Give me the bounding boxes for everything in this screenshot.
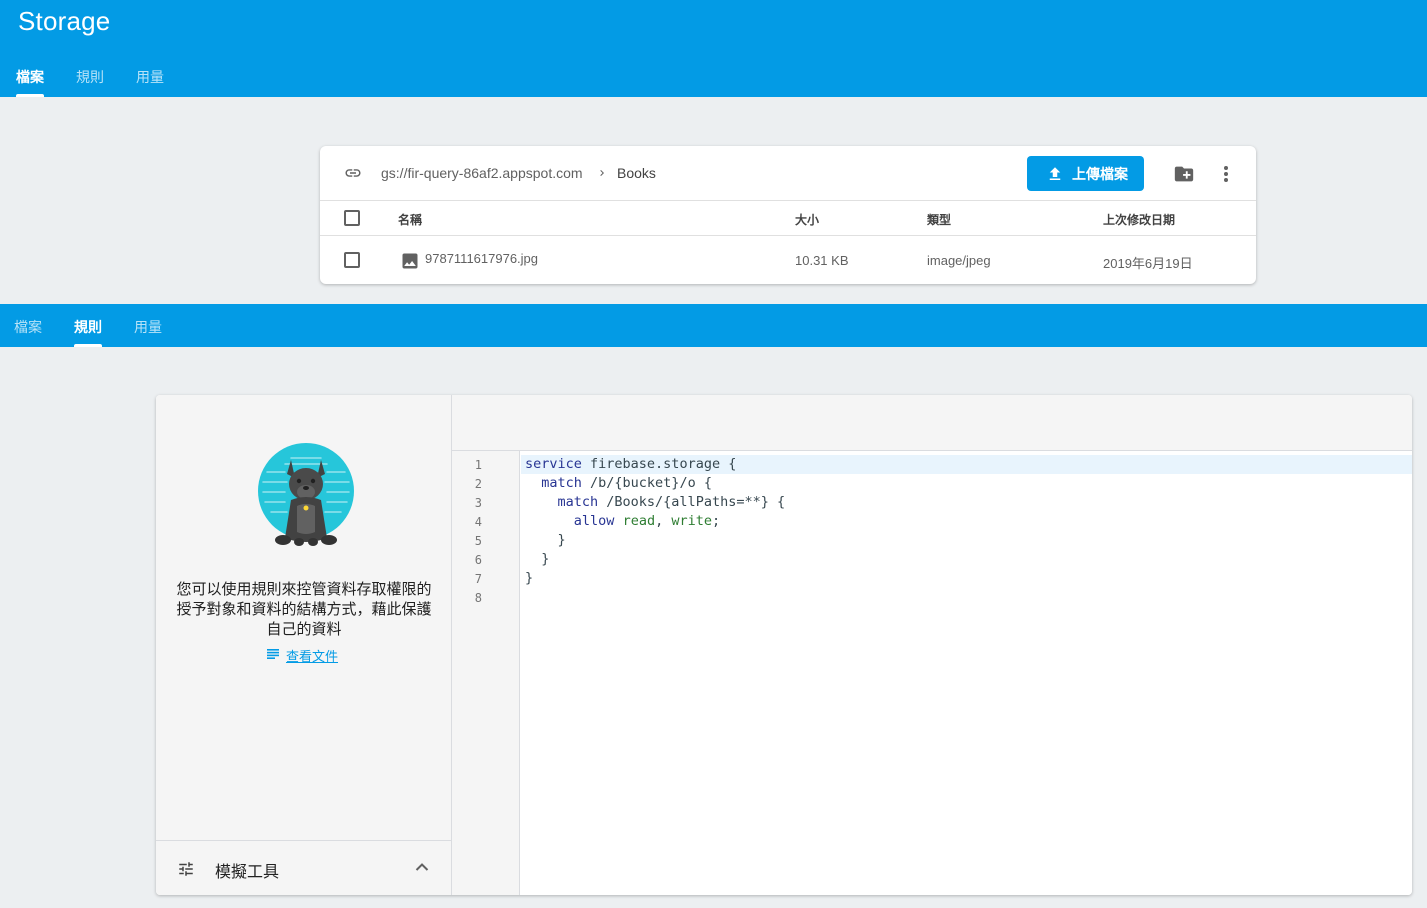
row-checkbox[interactable] [344, 252, 360, 268]
breadcrumb-bucket[interactable]: gs://fir-query-86af2.appspot.com [381, 165, 583, 181]
document-icon [267, 649, 279, 659]
storage-header: Storage 檔案 規則 用量 [0, 0, 1427, 97]
breadcrumb-folder[interactable]: Books [617, 165, 656, 181]
upload-file-button[interactable]: 上傳檔案 [1027, 156, 1144, 191]
column-type[interactable]: 類型 [927, 211, 951, 228]
storage-tabs: 檔案 規則 用量 [0, 58, 180, 97]
code-line[interactable]: match /Books/{allPaths=**} { [525, 493, 786, 512]
editor-toolbar [452, 395, 1412, 451]
rules-editor: 1 2 3 4 5 6 7 8 service firebase.storage… [452, 395, 1412, 895]
code-line[interactable]: } [525, 531, 566, 550]
column-name[interactable]: 名稱 [398, 211, 422, 228]
line-number: 5 [474, 534, 482, 548]
column-size[interactable]: 大小 [795, 211, 819, 228]
code-line[interactable]: allow read, write; [525, 512, 720, 531]
simulator-label: 模擬工具 [215, 864, 280, 881]
files-table-header: 名稱 大小 類型 上次修改日期 [320, 201, 1256, 236]
tab-files[interactable]: 檔案 [0, 58, 60, 97]
more-vert-icon[interactable] [1218, 163, 1234, 185]
file-type: image/jpeg [927, 253, 991, 268]
table-row[interactable]: 9787111617976.jpg 10.31 KB image/jpeg 20… [320, 236, 1256, 284]
file-name[interactable]: 9787111617976.jpg [425, 251, 538, 266]
line-number-gutter: 1 2 3 4 5 6 7 8 [452, 451, 520, 895]
line-number: 4 [474, 515, 482, 529]
chevron-up-icon[interactable] [415, 862, 429, 872]
code-line[interactable]: service firebase.storage { [525, 455, 736, 474]
line-number: 8 [474, 591, 482, 605]
upload-icon [1049, 166, 1061, 180]
page-title: Storage [18, 6, 111, 36]
rules-tab-bar: 檔案 規則 用量 [0, 304, 1427, 347]
chevron-right-icon [600, 170, 604, 176]
upload-file-label: 上傳檔案 [1072, 165, 1128, 182]
files-toolbar: gs://fir-query-86af2.appspot.com Books 上… [320, 146, 1256, 201]
image-file-icon [402, 253, 418, 269]
rules-intro-text: 您可以使用規則來控管資料存取權限的授予對象和資料的結構方式，藉此保護自己的資料 [176, 581, 432, 638]
link-icon[interactable] [342, 164, 364, 182]
code-line[interactable]: } [525, 550, 549, 569]
tab-usage[interactable]: 用量 [118, 304, 178, 347]
line-number: 1 [474, 458, 482, 472]
line-number: 2 [474, 477, 482, 491]
rules-info-panel: 您可以使用規則來控管資料存取權限的授予對象和資料的結構方式，藉此保護自己的資料 … [156, 395, 452, 895]
tab-rules[interactable]: 規則 [60, 58, 120, 97]
file-size: 10.31 KB [795, 253, 849, 268]
storage-tabs-secondary: 檔案 規則 用量 [0, 304, 178, 347]
tab-rules[interactable]: 規則 [58, 304, 118, 347]
file-modified: 2019年6月19日 [1103, 256, 1193, 271]
new-folder-icon[interactable] [1172, 163, 1196, 185]
view-docs-link[interactable]: 查看文件 [286, 646, 338, 665]
tune-icon [179, 862, 193, 876]
dog-mascot-illustration [258, 443, 354, 546]
select-all-checkbox[interactable] [344, 210, 360, 226]
line-number: 3 [474, 496, 482, 510]
code-line[interactable]: } [525, 569, 533, 588]
code-line[interactable]: match /b/{bucket}/o { [525, 474, 712, 493]
column-modified[interactable]: 上次修改日期 [1103, 211, 1175, 228]
simulator-bar[interactable]: 模擬工具 [156, 840, 452, 895]
tab-usage[interactable]: 用量 [120, 58, 180, 97]
line-number: 6 [474, 553, 482, 567]
tab-files[interactable]: 檔案 [0, 304, 58, 347]
rules-panel: 您可以使用規則來控管資料存取權限的授予對象和資料的結構方式，藉此保護自己的資料 … [156, 395, 1412, 895]
files-card: gs://fir-query-86af2.appspot.com Books 上… [320, 146, 1256, 284]
line-number: 7 [474, 572, 482, 586]
code-editor[interactable]: service firebase.storage { match /b/{buc… [521, 451, 1412, 895]
